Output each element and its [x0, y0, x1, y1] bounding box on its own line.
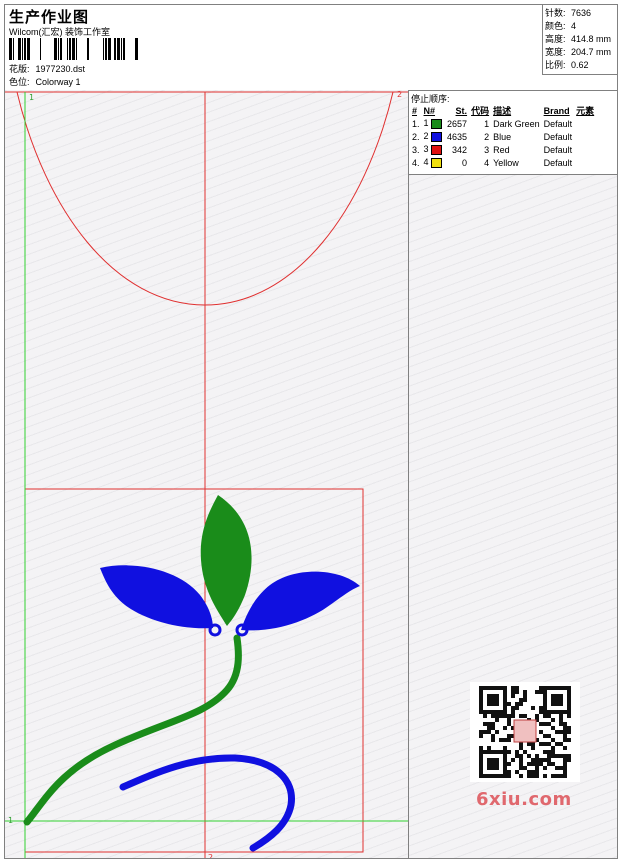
marker-bottom-center: 2: [208, 853, 213, 858]
legend-row: 3. 3 342 3 Red Default: [412, 144, 573, 155]
marker-top-left: 1: [29, 93, 34, 102]
stat-stitches: 针数: 7636: [545, 8, 592, 18]
stop-sequence-table: # N# St. 代码 描述 Brand 元素 1. 1 2657 1 Dark Gr…: [410, 104, 596, 169]
stat-colors: 颜色: 4: [545, 21, 577, 31]
color-swatch: [431, 131, 443, 142]
green-stem: [23, 634, 242, 826]
stat-scale: 比例: 0.62: [545, 60, 589, 70]
watermark-text: 6xiu.com: [476, 789, 572, 810]
design-name-row: 花版: 1977230.dst: [9, 62, 85, 75]
qr-code-image: [470, 682, 580, 782]
color-swatch: [431, 157, 443, 168]
legend-row: 2. 2 4635 2 Blue Default: [412, 131, 573, 142]
color-swatch: [431, 118, 443, 129]
blue-right-leaf: [241, 571, 360, 631]
design-stats: 针数: 7636 颜色: 4 高度: 414.8 mm 宽度: 204.7 mm 比例:…: [542, 5, 617, 75]
embroidery-preview: 1 2 1 2: [5, 90, 408, 858]
color-swatch: [431, 144, 443, 155]
design-bounding-box: [24, 488, 364, 853]
blue-bud-left: [208, 623, 222, 637]
legend-header-row: # N# St. 代码 描述 Brand 元素: [412, 105, 595, 117]
design-value: 1977230.dst: [35, 64, 86, 74]
marker-top-right: 2: [397, 90, 402, 99]
colorway-label: 色位:: [9, 77, 30, 87]
design-preview-canvas: 1 2 1 2: [5, 90, 409, 858]
legend-row: 1. 1 2657 1 Dark Green Default: [412, 118, 573, 129]
design-label: 花版:: [9, 64, 30, 74]
stat-width: 宽度: 204.7 mm: [545, 47, 612, 57]
company-name: Wilcom(汇宏) 装饰工作室: [9, 27, 110, 37]
colorway-row: 色位: Colorway 1: [9, 75, 81, 88]
green-center-leaf: [200, 495, 252, 626]
stop-sequence-legend: 停止顺序: # N# St. 代码 描述 Brand 元素 1. 1 2657 1 D…: [409, 90, 617, 175]
barcode-image: [9, 38, 138, 60]
page-title: 生产作业图: [9, 9, 90, 26]
colorway-value: Colorway 1: [35, 77, 81, 87]
marker-bottom-left: 1: [8, 816, 13, 825]
legend-row: 4. 4 0 4 Yellow Default: [412, 157, 573, 168]
stat-height: 高度: 414.8 mm: [545, 34, 612, 44]
blue-lower-vine: [119, 754, 295, 852]
blue-left-leaf: [100, 565, 213, 629]
worksheet-header: 生产作业图 Wilcom(汇宏) 装饰工作室 花版: 1977230.dst 色位…: [5, 5, 617, 91]
